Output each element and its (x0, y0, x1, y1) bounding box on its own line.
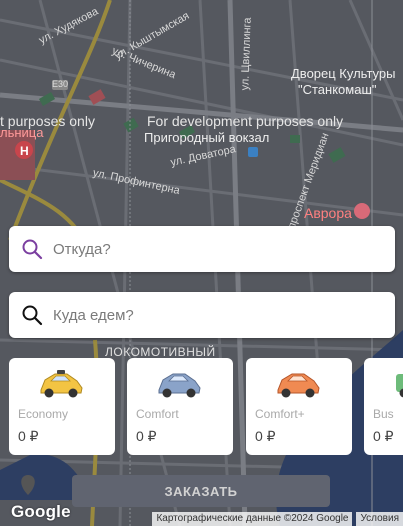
tariff-card-bus[interactable]: Bus 0 ₽ (364, 358, 403, 455)
tariff-name: Economy (18, 407, 69, 421)
svg-text:H: H (20, 144, 29, 158)
car-icon (40, 370, 83, 398)
road-badge: E30 (52, 79, 69, 89)
tariff-price: 0 ₽ (18, 428, 39, 444)
tariff-card-comfort-plus[interactable]: Comfort+ 0 ₽ (246, 358, 352, 455)
poi-palace-name: "Станкомаш" (298, 82, 377, 97)
tariff-card-economy[interactable]: Economy 0 ₽ (9, 358, 115, 455)
district-lokomotivny: ЛОКОМОТИВНЫЙ (105, 345, 216, 359)
dev-watermark: For development purposes only (147, 113, 344, 129)
poi-station: Пригородный вокзал (144, 130, 270, 145)
google-logo[interactable]: Google (11, 502, 71, 522)
map-attribution: Картографические данные ©2024 Google Усл… (152, 512, 403, 526)
terms-link[interactable]: Условия (356, 512, 403, 526)
to-search-box[interactable] (9, 292, 395, 338)
poi-avrora: Аврора (304, 205, 352, 221)
search-icon (22, 239, 43, 260)
to-input[interactable] (53, 306, 373, 324)
car-icon (277, 373, 320, 398)
bus-icon (396, 374, 403, 398)
map-data-credit: Картографические данные ©2024 Google (152, 512, 353, 526)
street-label-tsvillinga: ул. Цвиллинга (239, 17, 254, 91)
order-button[interactable]: ЗАКАЗАТЬ (72, 475, 330, 507)
tariff-name: Comfort+ (255, 407, 305, 421)
tariff-name: Bus (373, 407, 394, 421)
search-icon (22, 305, 43, 326)
car-icon (158, 373, 201, 398)
tariff-price: 0 ₽ (136, 428, 157, 444)
tariff-price: 0 ₽ (255, 428, 276, 444)
from-search-box[interactable] (9, 226, 395, 272)
tariff-price: 0 ₽ (373, 428, 394, 444)
tariff-card-comfort[interactable]: Comfort 0 ₽ (127, 358, 233, 455)
tariff-name: Comfort (136, 407, 179, 421)
from-input[interactable] (53, 240, 373, 258)
poi-bolnitsa: льница (0, 125, 44, 140)
tariff-list[interactable]: Economy 0 ₽ Comfort 0 ₽ Comfort+ 0 ₽ Bus… (9, 358, 403, 455)
poi-palace: Дворец Культуры (291, 66, 396, 81)
